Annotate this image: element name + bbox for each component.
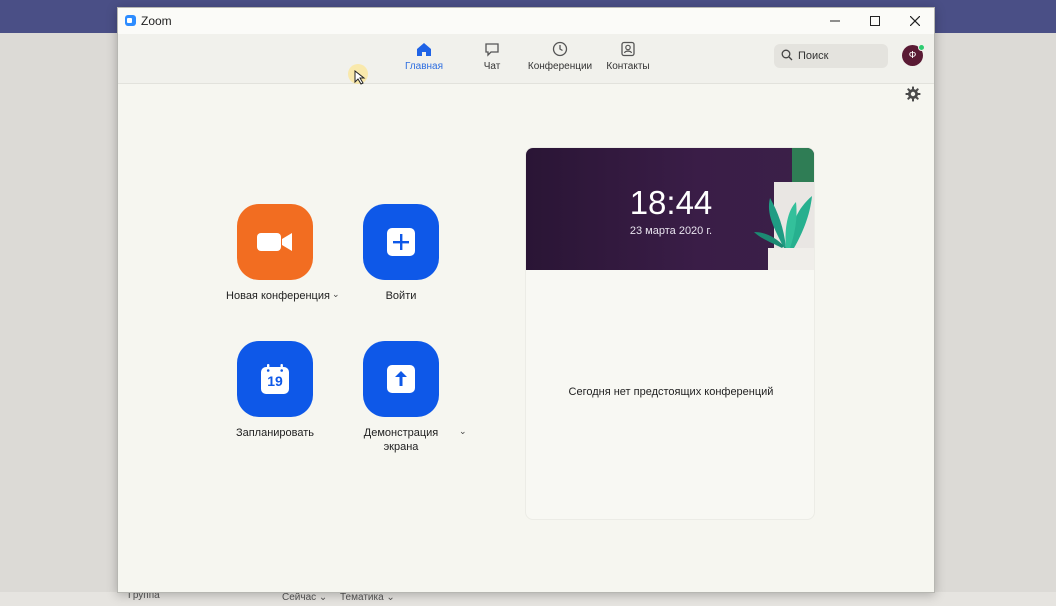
tab-chat[interactable]: Чат (457, 40, 527, 72)
search-input[interactable]: Поиск (774, 44, 888, 68)
zoom-window: Zoom Главная Чат Конференции Контакты По… (117, 7, 935, 593)
new-meeting-label: Новая конференция (226, 290, 330, 302)
contacts-icon (619, 40, 637, 58)
tab-meetings-label: Конференции (527, 61, 593, 72)
settings-button[interactable] (905, 86, 921, 107)
maximize-icon (870, 16, 880, 26)
minimize-button[interactable] (815, 8, 855, 34)
calendar-day: 19 (267, 373, 283, 389)
share-screen-label-line1: Демонстрация (363, 427, 439, 439)
schedule-button[interactable]: 19 (237, 341, 313, 417)
no-upcoming-meetings-text: Сегодня нет предстоящих конференций (568, 386, 774, 398)
chat-icon (483, 40, 501, 58)
gear-icon (905, 86, 921, 102)
background-tab-now: Сейчас ⌄ (282, 592, 328, 603)
mouse-cursor-highlight (348, 64, 368, 85)
schedule-label: Запланировать (235, 427, 315, 439)
new-meeting-button[interactable] (237, 204, 313, 280)
home-icon (415, 40, 433, 58)
online-status-dot (918, 44, 925, 51)
minimize-icon (830, 20, 840, 22)
search-icon (781, 49, 793, 61)
tab-home-label: Главная (404, 61, 444, 72)
background-tab-topic: Тематика ⌄ (340, 592, 395, 603)
tab-home[interactable]: Главная (389, 40, 459, 72)
top-navigation: Главная Чат Конференции Контакты Поиск Ф (118, 34, 934, 85)
join-button[interactable] (363, 204, 439, 280)
search-placeholder: Поиск (798, 50, 829, 62)
share-screen-label: Демонстрация экрана (341, 426, 461, 454)
share-screen-chevron-down-icon[interactable]: ⌄ (459, 426, 467, 437)
maximize-button[interactable] (855, 8, 895, 34)
close-button[interactable] (895, 8, 935, 34)
clock-banner: 18:44 23 марта 2020 г. (526, 148, 814, 270)
tab-chat-label: Чат (483, 61, 501, 72)
video-camera-icon (257, 233, 292, 251)
close-icon (910, 16, 920, 26)
window-title: Zoom (141, 14, 172, 28)
plus-icon (387, 228, 415, 256)
share-screen-button[interactable] (363, 341, 439, 417)
title-bar: Zoom (118, 8, 934, 34)
clock-icon (551, 40, 569, 58)
share-screen-label-line2: экрана (383, 441, 419, 453)
background-app-footer: Группа Сейчас ⌄ Тематика ⌄ (0, 590, 1056, 606)
tab-contacts[interactable]: Контакты (593, 40, 663, 72)
join-label: Войти (385, 290, 417, 302)
tab-contacts-label: Контакты (606, 61, 650, 72)
new-meeting-chevron-down-icon[interactable]: ⌄ (332, 289, 340, 300)
zoom-logo-icon (125, 15, 136, 26)
plant-illustration-icon (754, 148, 814, 270)
tab-meetings[interactable]: Конференции (525, 40, 595, 72)
upload-arrow-icon (387, 365, 415, 393)
cursor-icon (354, 70, 366, 85)
upcoming-meetings-card: 18:44 23 марта 2020 г. Сегодня нет предс… (525, 147, 815, 520)
